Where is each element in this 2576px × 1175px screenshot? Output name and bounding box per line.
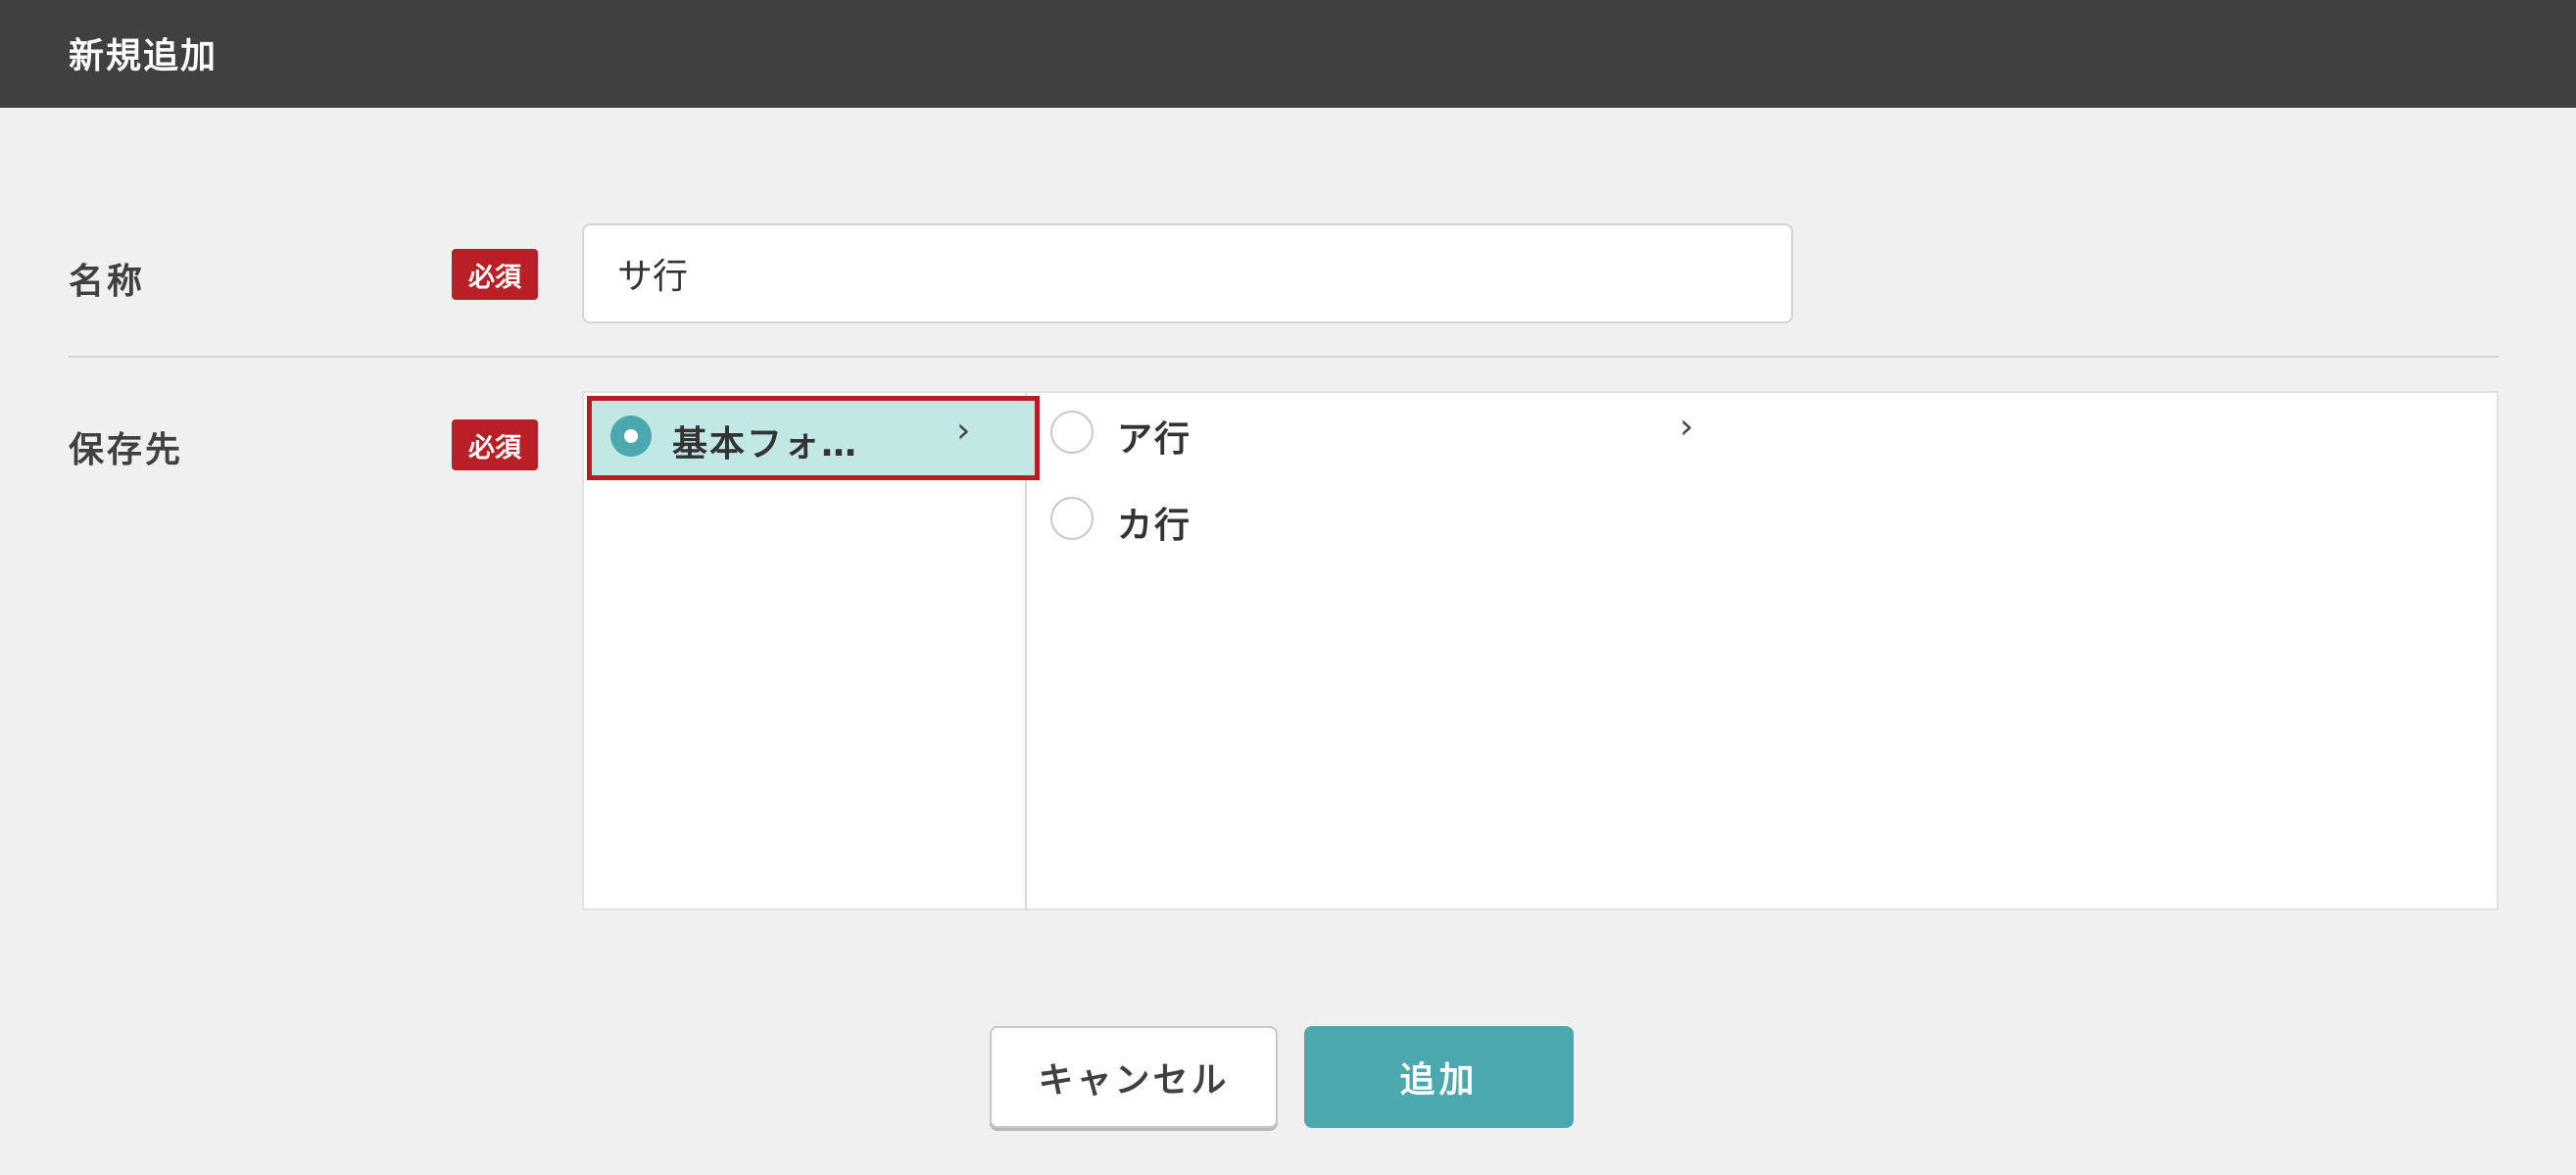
destination-field-label: 保存先 xyxy=(69,430,184,470)
tree-item-basic-folder[interactable]: 基本フォ… › xyxy=(587,396,1040,480)
add-button[interactable]: 追加 xyxy=(1304,1026,1574,1128)
radio-unchecked-icon[interactable] xyxy=(1050,411,1094,454)
name-input[interactable] xyxy=(582,223,1793,323)
tree-item-a-row[interactable]: ア行 › xyxy=(1027,393,2497,471)
tree-item-label: カ行 xyxy=(1117,506,1192,546)
dialog-header: 新規追加 xyxy=(0,0,2576,108)
cancel-button[interactable]: キャンセル xyxy=(990,1026,1278,1128)
dialog-title: 新規追加 xyxy=(69,36,219,76)
destination-tree: ア行 › カ行 基本フォ… › xyxy=(582,391,2499,910)
tree-column-children: ア行 › カ行 xyxy=(1027,393,2497,908)
radio-unchecked-icon[interactable] xyxy=(1050,497,1094,540)
name-field-label: 名称 xyxy=(69,262,146,302)
radio-checked-icon[interactable] xyxy=(610,416,652,457)
form-divider xyxy=(69,356,2499,358)
tree-item-ka-row[interactable]: カ行 xyxy=(1027,479,2497,558)
tree-item-label: ア行 xyxy=(1117,419,1192,460)
tree-item-label: 基本フォ… xyxy=(672,424,859,465)
name-required-badge: 必須 xyxy=(452,249,538,300)
chevron-right-icon[interactable]: › xyxy=(1679,407,1693,447)
chevron-right-icon[interactable]: › xyxy=(956,411,970,451)
destination-required-badge: 必須 xyxy=(452,419,538,470)
